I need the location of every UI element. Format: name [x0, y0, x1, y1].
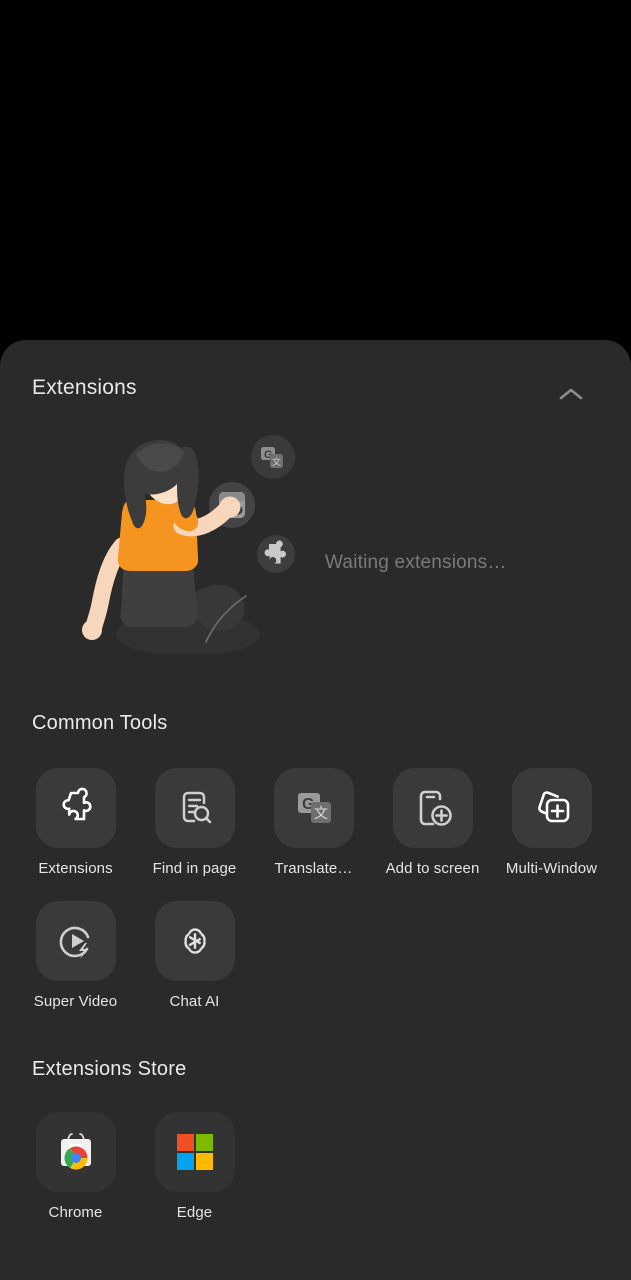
person-with-extension-icons-illustration: G 文 — [78, 434, 328, 656]
page-title: Extensions — [32, 376, 137, 399]
tool-label: Chat AI — [169, 993, 220, 1010]
chevron-up-icon[interactable] — [553, 382, 589, 406]
tool-label: Super Video — [33, 993, 118, 1010]
store-edge[interactable]: Edge — [135, 1112, 254, 1245]
common-tools-row-1: Extensions Find in page G 文 Translate… A… — [0, 768, 631, 901]
tool-label: Translate… — [274, 860, 353, 877]
extensions-store-grid: Chrome Edge — [0, 1112, 631, 1245]
store-label: Chrome — [48, 1204, 103, 1221]
common-tools-heading: Common Tools — [32, 712, 168, 734]
common-tools-grid: Extensions Find in page G 文 Translate… A… — [0, 768, 631, 1034]
extensions-store-row-1: Chrome Edge — [0, 1112, 631, 1245]
common-tools-row-2: Super Video Chat AI — [0, 901, 631, 1034]
extensions-store-heading: Extensions Store — [32, 1058, 187, 1080]
tool-label: Extensions — [38, 860, 113, 877]
document-search-icon — [154, 768, 235, 848]
tool-chat-ai[interactable]: Chat AI — [135, 901, 254, 1034]
chrome-web-store-icon — [35, 1112, 116, 1192]
tool-find-in-page[interactable]: Find in page — [135, 768, 254, 901]
phone-screen: Extensions G 文 Waiting extensions… Commo… — [0, 0, 631, 1280]
store-chrome[interactable]: Chrome — [16, 1112, 135, 1245]
svg-text:文: 文 — [272, 456, 281, 468]
microsoft-logo-icon — [154, 1112, 235, 1192]
tool-label: Find in page — [152, 860, 237, 877]
openai-logo-icon — [154, 901, 235, 981]
tool-extensions[interactable]: Extensions — [16, 768, 135, 901]
tool-label: Multi-Window — [505, 860, 598, 877]
tool-super-video[interactable]: Super Video — [16, 901, 135, 1034]
extensions-bottom-sheet: Extensions G 文 Waiting extensions… Commo… — [0, 340, 631, 1280]
add-to-home-screen-icon — [392, 768, 473, 848]
google-translate-icon: G 文 — [273, 768, 354, 848]
tool-add-to-screen[interactable]: Add to screen — [373, 768, 492, 901]
puzzle-piece-icon — [35, 768, 116, 848]
waiting-status-text: Waiting extensions… — [325, 552, 507, 573]
multi-window-add-icon — [511, 768, 592, 848]
tool-multi-window[interactable]: Multi-Window — [492, 768, 611, 901]
svg-text:文: 文 — [314, 806, 328, 822]
tool-translate[interactable]: G 文 Translate… — [254, 768, 373, 901]
store-label: Edge — [176, 1204, 213, 1221]
translate-badge: G 文 — [251, 435, 295, 479]
extensions-panel-header: Extensions — [0, 340, 631, 434]
puzzle-badge — [257, 535, 295, 573]
tool-label: Add to screen — [385, 860, 480, 877]
extensions-loading-area: G 文 Waiting extensions… — [0, 424, 631, 656]
super-video-play-icon — [35, 901, 116, 981]
